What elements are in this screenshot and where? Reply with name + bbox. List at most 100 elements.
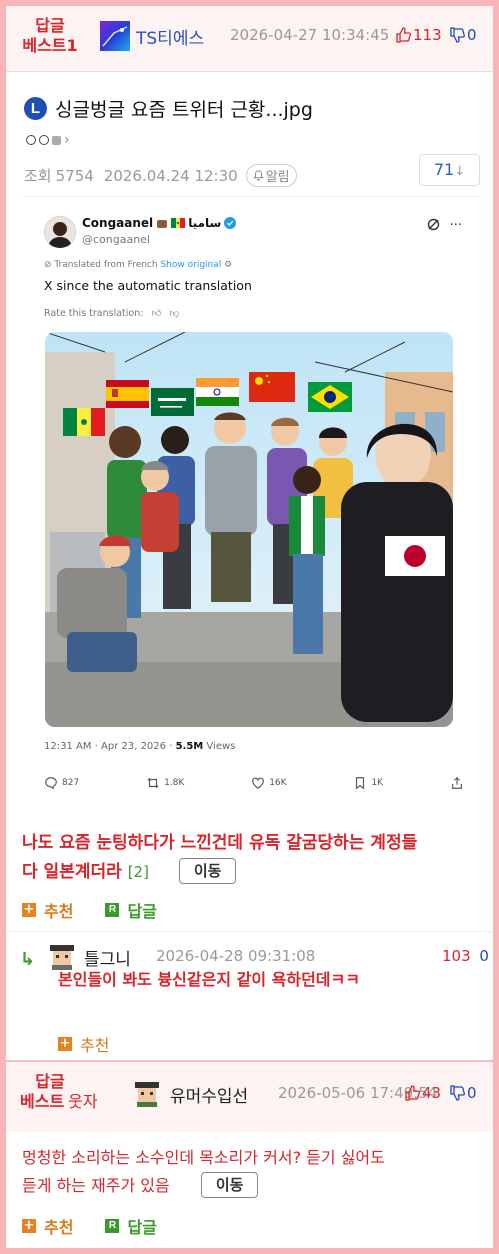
tweet-name-text: Congaanel — [82, 216, 154, 230]
reply-down-count: 0 — [479, 947, 489, 965]
grok-icon — [427, 218, 439, 231]
post-datetime: 2026-04-27 10:34:45 — [230, 26, 390, 44]
reply-text: 본인들이 봐도 븅신같은지 같이 욕하던데ㅋㅋ — [58, 970, 360, 989]
tweet-display-name: Congaanel ساميا — [82, 216, 237, 230]
post-body-line1: 나도 요즘 눈팅하다가 느낀건데 유독 갈굼당하는 계정들 — [22, 833, 418, 853]
thumbs-down-icon — [450, 1085, 465, 1101]
upvote-button[interactable]: 113 — [395, 26, 442, 44]
flag-saudi — [151, 388, 194, 416]
plus-icon: + — [22, 1218, 36, 1233]
best2-tag-suffix: 웃자 — [68, 1092, 98, 1111]
best2-nickname[interactable]: 유머수입선 — [170, 1082, 248, 1107]
best2-tag: 답글 베스트 웃자 — [20, 1072, 98, 1112]
gear-icon: ⚙ — [224, 260, 233, 270]
best-comment-2-header: 답글 베스트 웃자 유머수입선 2026-05-06 17:49:54 43 0 — [6, 1060, 493, 1132]
retweet-icon — [147, 777, 159, 789]
best-tag: 답글 베스트1 — [22, 16, 78, 56]
heart-icon — [252, 777, 265, 789]
author-nickname[interactable]: TS티에스 — [136, 24, 204, 49]
reply-count[interactable]: [2] — [128, 863, 149, 881]
thumbs-down-icon — [450, 27, 465, 43]
alarm-button[interactable]: 알림 — [245, 164, 297, 187]
retweets-count: 1.8K — [164, 778, 185, 788]
reply-actions: + 추천 — [58, 1032, 109, 1056]
best2-tag-line1: 답글 — [35, 1072, 65, 1091]
thumbs-up-icon — [396, 27, 411, 43]
likes-count: 16K — [269, 778, 287, 788]
best-tag-line1: 답글 — [35, 16, 65, 35]
tweet-share — [450, 776, 464, 790]
thumbs-up-icon: 👍︎ — [151, 308, 162, 319]
tweet-image — [45, 332, 453, 727]
tweet-illustration — [45, 332, 453, 727]
best2-down-count: 0 — [467, 1084, 477, 1102]
reply-up-count: 103 — [442, 947, 471, 965]
best2-upvote-button[interactable]: 43 — [404, 1084, 441, 1102]
reply-icon — [45, 777, 57, 790]
reply-recommend-button[interactable]: 추천 — [80, 1032, 109, 1056]
reply-r-icon: R — [105, 1219, 120, 1233]
reply-arrow-icon: ↳ — [20, 949, 36, 970]
thumbs-down-icon: 👎︎ — [169, 308, 180, 319]
show-original-link: Show original — [160, 260, 222, 270]
more-options-icon: ··· — [449, 218, 462, 233]
page-frame: 답글 베스트1 TS티에스 2026-04-27 10:34:45 113 0 … — [6, 6, 493, 1248]
rate-label: Rate this translation: — [44, 308, 144, 319]
circle-icon — [26, 135, 36, 145]
post-title[interactable]: 싱글벙글 요즘 트위터 근황...jpg — [55, 95, 313, 122]
best2-actions: + 추천 R 답글 — [22, 1214, 157, 1238]
translated-from: Translated from French — [54, 260, 158, 270]
alarm-label: 알림 — [265, 170, 290, 185]
best2-tag-line2: 베스트 — [20, 1092, 65, 1111]
senegal-flag-icon — [171, 218, 186, 228]
post-date: 2026.04.24 12:30 — [103, 166, 238, 185]
tweet-views-label: Views — [203, 741, 236, 752]
replies-count: 827 — [62, 778, 80, 788]
tweet-name-suffix: ساميا — [188, 216, 222, 230]
divider — [22, 196, 478, 197]
comment-count-button[interactable]: 71↓ — [419, 154, 480, 186]
flag-spain — [106, 380, 149, 408]
post-options[interactable]: › — [26, 132, 70, 148]
bookmark-icon — [356, 777, 365, 790]
flag-india — [196, 378, 239, 406]
best2-reply-button[interactable]: 답글 — [127, 1214, 156, 1238]
fist-emoji-icon — [157, 220, 168, 228]
post-body: 나도 요즘 눈팅하다가 느낀건데 유독 갈굼당하는 계정들 다 일본계더라 [2… — [22, 829, 488, 887]
move-button[interactable]: 이동 — [178, 858, 237, 884]
best2-downvote-button[interactable]: 0 — [449, 1084, 477, 1102]
thumbs-up-icon — [405, 1085, 420, 1101]
share-icon — [452, 776, 462, 789]
views-label: 조회 — [24, 167, 52, 185]
best2-move-button[interactable]: 이동 — [200, 1172, 259, 1198]
reply-r-icon: R — [105, 903, 120, 917]
reply-button[interactable]: 답글 — [127, 898, 156, 922]
tweet-likes: 16K — [251, 776, 287, 790]
comment-count: 71 — [433, 160, 455, 179]
upvote-count: 113 — [413, 26, 442, 44]
post-title-row: L 싱글벙글 요즘 트위터 근황...jpg — [24, 94, 313, 122]
best2-body: 멍청한 소리하는 소수인데 목소리가 커서? 듣기 싫어도 듣게 하는 재주가 … — [22, 1144, 484, 1200]
level-badge: L — [24, 96, 47, 120]
tweet-rate-translation: Rate this translation: 👍︎ 👎︎ — [44, 307, 179, 319]
circle-icon — [39, 135, 49, 145]
tweet-text: X since the automatic translation — [44, 278, 252, 293]
tweet-bookmarks: 1K — [353, 776, 383, 790]
tweet-top-icons: ··· — [427, 218, 462, 233]
tweet-timestamp: 12:31 AM · Apr 23, 2026 · 5.5M Views — [44, 741, 235, 752]
best2-recommend-button[interactable]: 추천 — [44, 1214, 73, 1238]
tweet-translation-note: ⊘ Translated from French Show original ⚙ — [44, 260, 232, 270]
best-comment-header: 답글 베스트1 TS티에스 2026-04-27 10:34:45 113 0 — [6, 6, 493, 72]
tweet-handle: @congaanel — [82, 233, 151, 246]
post-meta: 조회 5754 2026.04.24 12:30 알림 — [24, 164, 297, 187]
views-count: 5754 — [55, 166, 94, 185]
user-avatar[interactable] — [100, 21, 130, 51]
flag-brazil — [308, 382, 352, 412]
downvote-button[interactable]: 0 — [449, 26, 477, 44]
best2-avatar[interactable] — [133, 1079, 161, 1107]
recommend-button[interactable]: 추천 — [44, 898, 73, 922]
plus-icon: + — [22, 902, 36, 917]
translate-icon: ⊘ — [44, 260, 52, 270]
best2-body-line2: 듣게 하는 재주가 있음 — [22, 1176, 170, 1195]
tweet-time-text: 12:31 AM · Apr 23, 2026 · — [44, 741, 176, 752]
